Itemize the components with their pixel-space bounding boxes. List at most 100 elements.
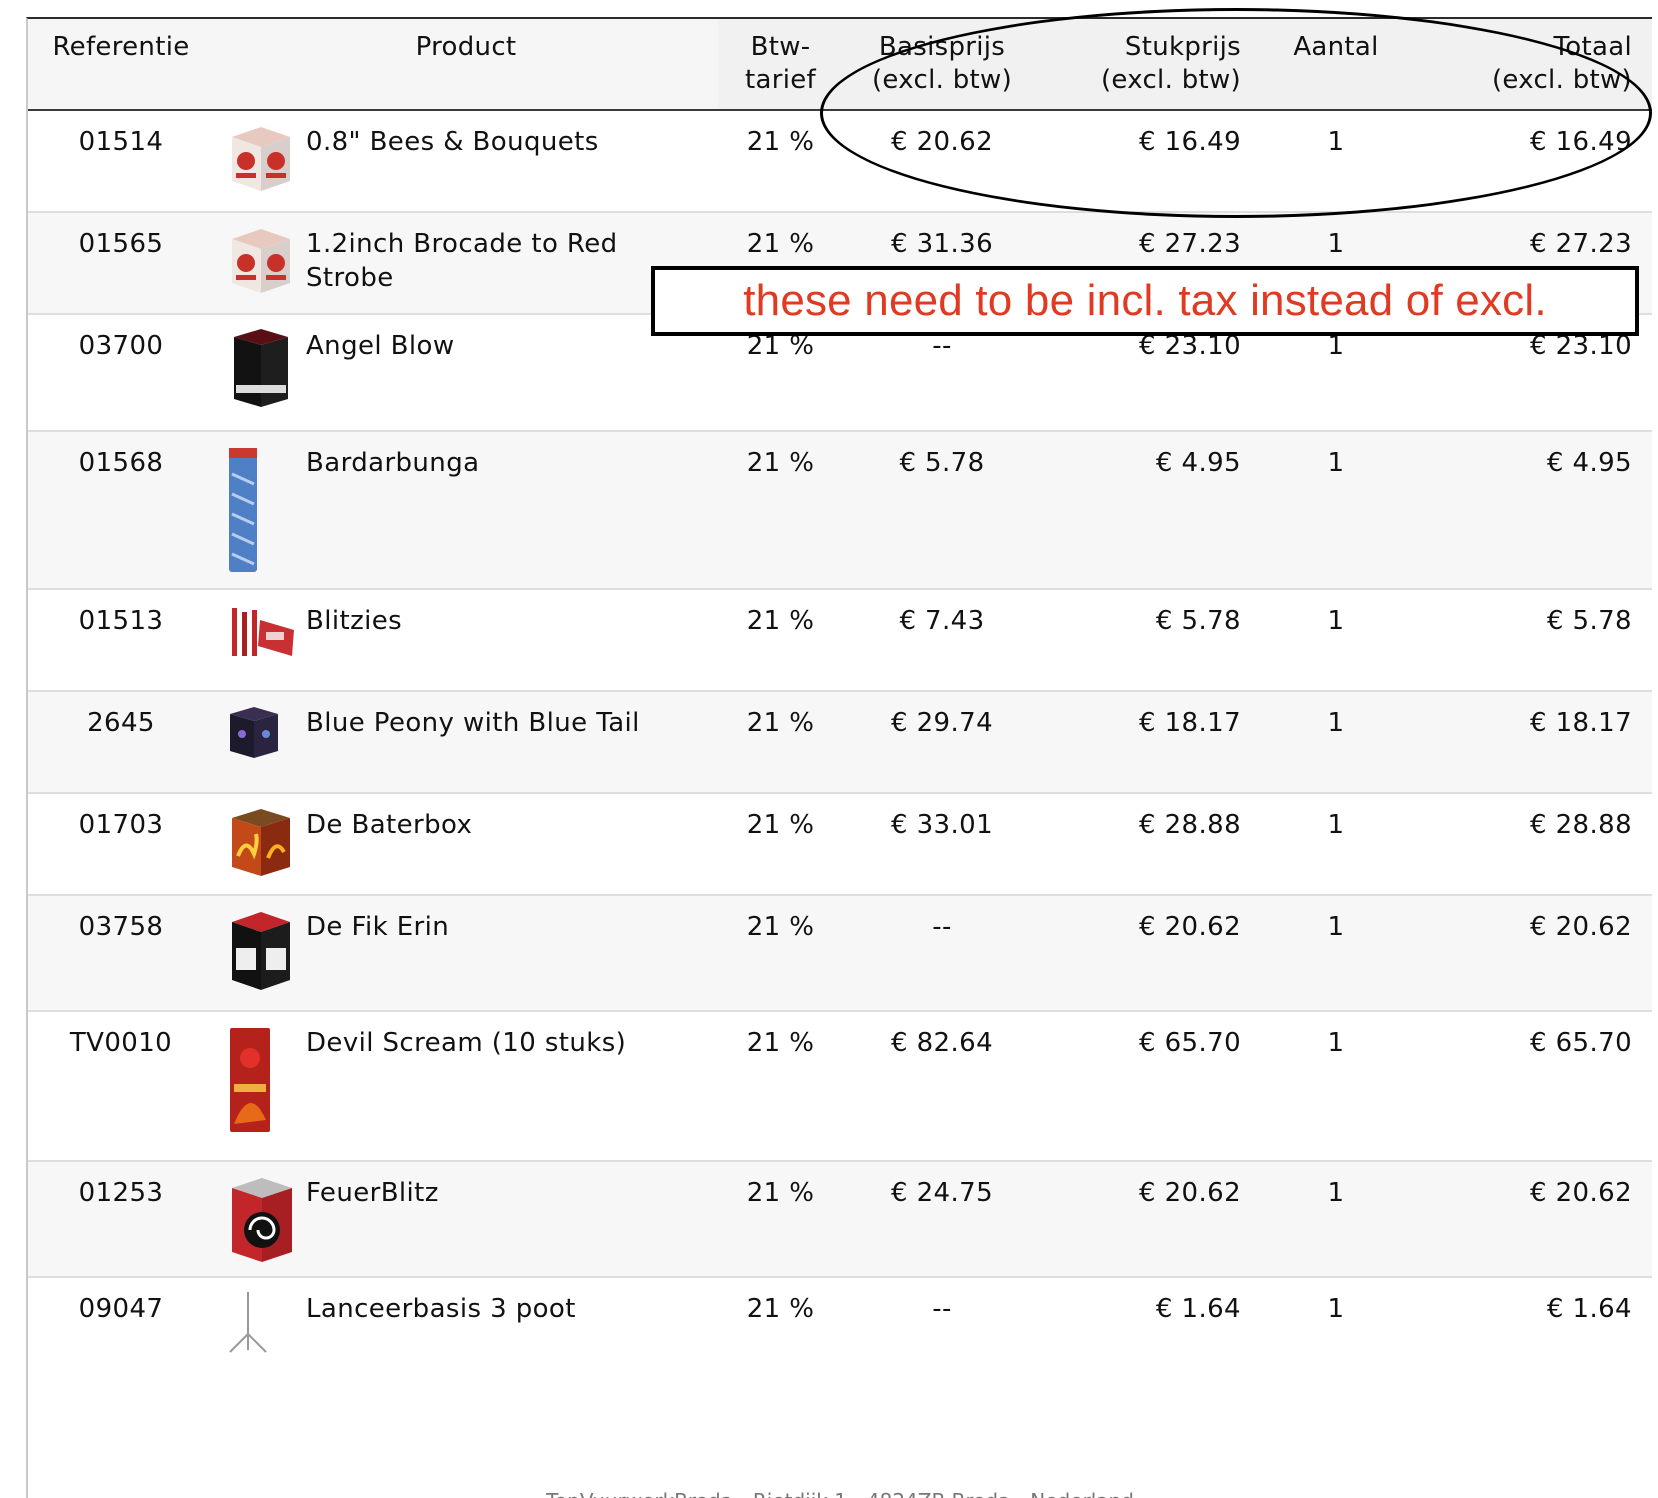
table-row: 09047 Lanceerbasis 3 poot 21 % -- € 1.64 1 € 1… <box>28 1276 1652 1447</box>
column-header-referentie: Referentie <box>28 19 214 111</box>
cell-btw-tarief: 21 % <box>718 792 844 895</box>
black-cake-box-icon <box>226 327 306 418</box>
cell-product-image <box>214 588 306 691</box>
cell-aantal: 1 <box>1257 690 1416 793</box>
cell-stukprijs: € 20.62 <box>1041 1160 1258 1277</box>
cell-aantal: 1 <box>1257 1010 1416 1161</box>
cell-totaal: € 4.95 <box>1415 430 1652 589</box>
cell-totaal: € 28.88 <box>1415 792 1652 895</box>
cell-stukprijs: € 28.88 <box>1041 792 1258 895</box>
cell-aantal: 1 <box>1257 1276 1416 1447</box>
cell-product-name: Lanceerbasis 3 poot <box>306 1276 719 1447</box>
stuk-header-line-2: (excl. btw) <box>1100 65 1242 95</box>
cell-aantal: 1 <box>1257 894 1416 1011</box>
table-row: 01703 De Baterbox 21 % € 33.01 € 28.88 1 € 28.… <box>28 792 1652 895</box>
annotation-note-box: these need to be incl. tax instead of ex… <box>651 266 1639 336</box>
cell-stukprijs: € 1.64 <box>1041 1276 1258 1447</box>
basis-header-line-1: Basisprijs <box>878 32 1006 62</box>
cell-btw-tarief: 21 % <box>718 1010 844 1161</box>
cell-referentie: 03700 <box>28 313 214 431</box>
cell-btw-tarief: 21 % <box>718 109 844 212</box>
cell-btw-tarief: 21 % <box>718 1276 844 1447</box>
cell-stukprijs: € 16.49 <box>1041 109 1258 212</box>
basis-header-line-2: (excl. btw) <box>871 65 1013 95</box>
cell-product-name: Devil Scream (10 stuks) <box>306 1010 719 1161</box>
cell-btw-tarief: 21 % <box>718 1160 844 1277</box>
red-tall-pack-icon <box>226 1024 306 1145</box>
cell-stukprijs: € 18.17 <box>1041 690 1258 793</box>
red-white-cube-box-icon <box>226 225 306 304</box>
cell-basisprijs: € 20.62 <box>843 109 1042 212</box>
spiral-cake-box-icon <box>226 1174 306 1273</box>
cell-product-name: Blitzies <box>306 588 719 691</box>
cell-product-name: De Fik Erin <box>306 894 719 1011</box>
cell-product-name: FeuerBlitz <box>306 1160 719 1277</box>
cell-referentie: 01565 <box>28 211 214 314</box>
table-row: 01513 Blitzies 21 % € 7.43 € 5.78 1 € 5.78 <box>28 588 1652 691</box>
cell-stukprijs: € 4.95 <box>1041 430 1258 589</box>
cell-referentie: TV0010 <box>28 1010 214 1161</box>
cell-aantal: 1 <box>1257 109 1416 212</box>
cell-basisprijs: -- <box>843 894 1042 1011</box>
cell-totaal: € 65.70 <box>1415 1010 1652 1161</box>
cell-btw-tarief: 21 % <box>718 894 844 1011</box>
cell-product-name: De Baterbox <box>306 792 719 895</box>
dark-cube-box-icon <box>226 704 306 769</box>
cell-btw-tarief: 21 % <box>718 430 844 589</box>
cell-referentie: 01253 <box>28 1160 214 1277</box>
red-white-cube-box-icon <box>226 123 306 202</box>
cell-product-name: Blue Peony with Blue Tail <box>306 690 719 793</box>
cell-aantal: 1 <box>1257 1160 1416 1277</box>
column-header-btw-tarief: Btw- tarief <box>718 19 844 111</box>
cell-product-image <box>214 690 306 793</box>
cell-btw-tarief: 21 % <box>718 690 844 793</box>
cell-totaal: € 20.62 <box>1415 894 1652 1011</box>
cell-basisprijs: € 82.64 <box>843 1010 1042 1161</box>
cell-btw-tarief: 21 % <box>718 588 844 691</box>
order-lines-table: Referentie Product Btw- tarief Basisprij… <box>28 19 1652 1447</box>
cell-product-image <box>214 211 306 314</box>
cell-aantal: 1 <box>1257 430 1416 589</box>
cell-referentie: 2645 <box>28 690 214 793</box>
column-header-totaal: Totaal (excl. btw) <box>1415 19 1652 111</box>
cell-referentie: 09047 <box>28 1276 214 1447</box>
cell-totaal: € 18.17 <box>1415 690 1652 793</box>
invoice-sheet: Referentie Product Btw- tarief Basisprij… <box>26 17 1652 1498</box>
cell-totaal: € 5.78 <box>1415 588 1652 691</box>
cell-basisprijs: € 24.75 <box>843 1160 1042 1277</box>
cell-totaal: € 1.64 <box>1415 1276 1652 1447</box>
blue-tube-icon <box>226 444 306 583</box>
cell-referentie: 01703 <box>28 792 214 895</box>
cell-product-image <box>214 1276 306 1447</box>
column-header-basisprijs: Basisprijs (excl. btw) <box>843 19 1042 111</box>
footer-address: TopVuurwerkBreda - Rietdijk 1 - 4824ZB B… <box>28 1489 1652 1498</box>
table-row: 01253 FeuerBlitz 21 % € 24.75 € 20.62 1 € 20.6… <box>28 1160 1652 1277</box>
fire-cube-box-icon <box>226 806 306 887</box>
cell-product-image <box>214 430 306 589</box>
red-rockets-icon <box>226 602 306 671</box>
cell-aantal: 1 <box>1257 588 1416 691</box>
table-row: 03758 De Fik Erin 21 % -- € 20.62 1 € 20.62 <box>28 894 1652 1011</box>
cell-product-image <box>214 313 306 431</box>
totaal-header-line-1: Totaal <box>1553 32 1633 62</box>
stuk-header-line-1: Stukprijs <box>1124 32 1242 62</box>
cell-product-image <box>214 792 306 895</box>
cell-aantal: 1 <box>1257 792 1416 895</box>
cell-stukprijs: € 65.70 <box>1041 1010 1258 1161</box>
cell-basisprijs: € 5.78 <box>843 430 1042 589</box>
tripod-stand-icon <box>226 1290 306 1365</box>
cell-totaal: € 20.62 <box>1415 1160 1652 1277</box>
cell-basisprijs: € 7.43 <box>843 588 1042 691</box>
btw-header-line-1: Btw- <box>750 32 811 62</box>
table-header-row: Referentie Product Btw- tarief Basisprij… <box>28 19 1652 111</box>
cell-product-image <box>214 894 306 1011</box>
cell-referentie: 03758 <box>28 894 214 1011</box>
table-row: TV0010 Devil Scream (10 stuks) 21 % € 82.64… <box>28 1010 1652 1161</box>
cell-product-image <box>214 109 306 212</box>
cell-referentie: 01514 <box>28 109 214 212</box>
table-row: 2645 Blue Peony with Blue Tail 21 % € 29.74… <box>28 690 1652 793</box>
cell-referentie: 01568 <box>28 430 214 589</box>
cell-stukprijs: € 5.78 <box>1041 588 1258 691</box>
cell-basisprijs: € 33.01 <box>843 792 1042 895</box>
cell-basisprijs: -- <box>843 1276 1042 1447</box>
